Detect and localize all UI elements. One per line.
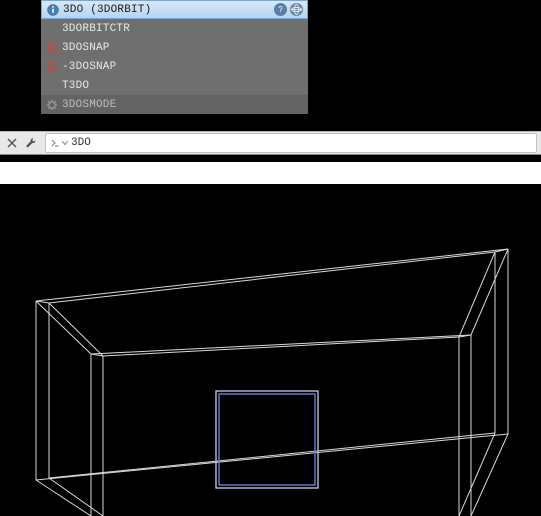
help-icon[interactable]: ?	[274, 3, 287, 16]
gap	[0, 162, 541, 184]
globe-icon[interactable]	[290, 3, 303, 16]
blank-icon	[45, 79, 59, 93]
wireframe-drawing	[0, 184, 541, 516]
gear-icon	[45, 98, 59, 112]
autocomplete-item-label: T3DO	[62, 80, 89, 92]
autocomplete-item-label: 3DOSNAP	[62, 42, 110, 54]
autocomplete-item-t3do[interactable]: T3DO	[41, 76, 308, 95]
blank-icon	[45, 22, 59, 36]
autocomplete-item-label: 3DORBITCTR	[62, 23, 130, 35]
info-icon	[46, 3, 60, 17]
bottom-strip	[0, 155, 541, 162]
top-section: 3DO (3DORBIT) ?	[0, 0, 541, 162]
autocomplete-item-3dorbitctr[interactable]: 3DORBITCTR	[41, 19, 308, 38]
wrench-icon[interactable]	[22, 134, 40, 152]
snap-icon	[45, 41, 59, 55]
autocomplete-item-label: 3DOSMODE	[62, 99, 116, 111]
autocomplete-item-label: -3DOSNAP	[62, 61, 116, 73]
autocomplete-item-label: 3DO (3DORBIT)	[63, 4, 151, 16]
autocomplete-item-minus-3dosnap[interactable]: -3DOSNAP	[41, 57, 308, 76]
viewport-3d[interactable]	[0, 184, 541, 516]
svg-text:?: ?	[278, 5, 283, 14]
command-bar	[0, 131, 541, 155]
command-prompt-icon	[50, 138, 68, 148]
autocomplete-panel: 3DO (3DORBIT) ?	[41, 0, 308, 114]
snap-icon	[45, 60, 59, 74]
close-icon[interactable]	[3, 134, 21, 152]
autocomplete-item-3do[interactable]: 3DO (3DORBIT) ?	[41, 0, 308, 19]
command-input-wrapper[interactable]	[45, 133, 537, 153]
command-input[interactable]	[71, 137, 532, 149]
autocomplete-item-3dosmode[interactable]: 3DOSMODE	[41, 95, 308, 114]
autocomplete-item-3dosnap[interactable]: 3DOSNAP	[41, 38, 308, 57]
